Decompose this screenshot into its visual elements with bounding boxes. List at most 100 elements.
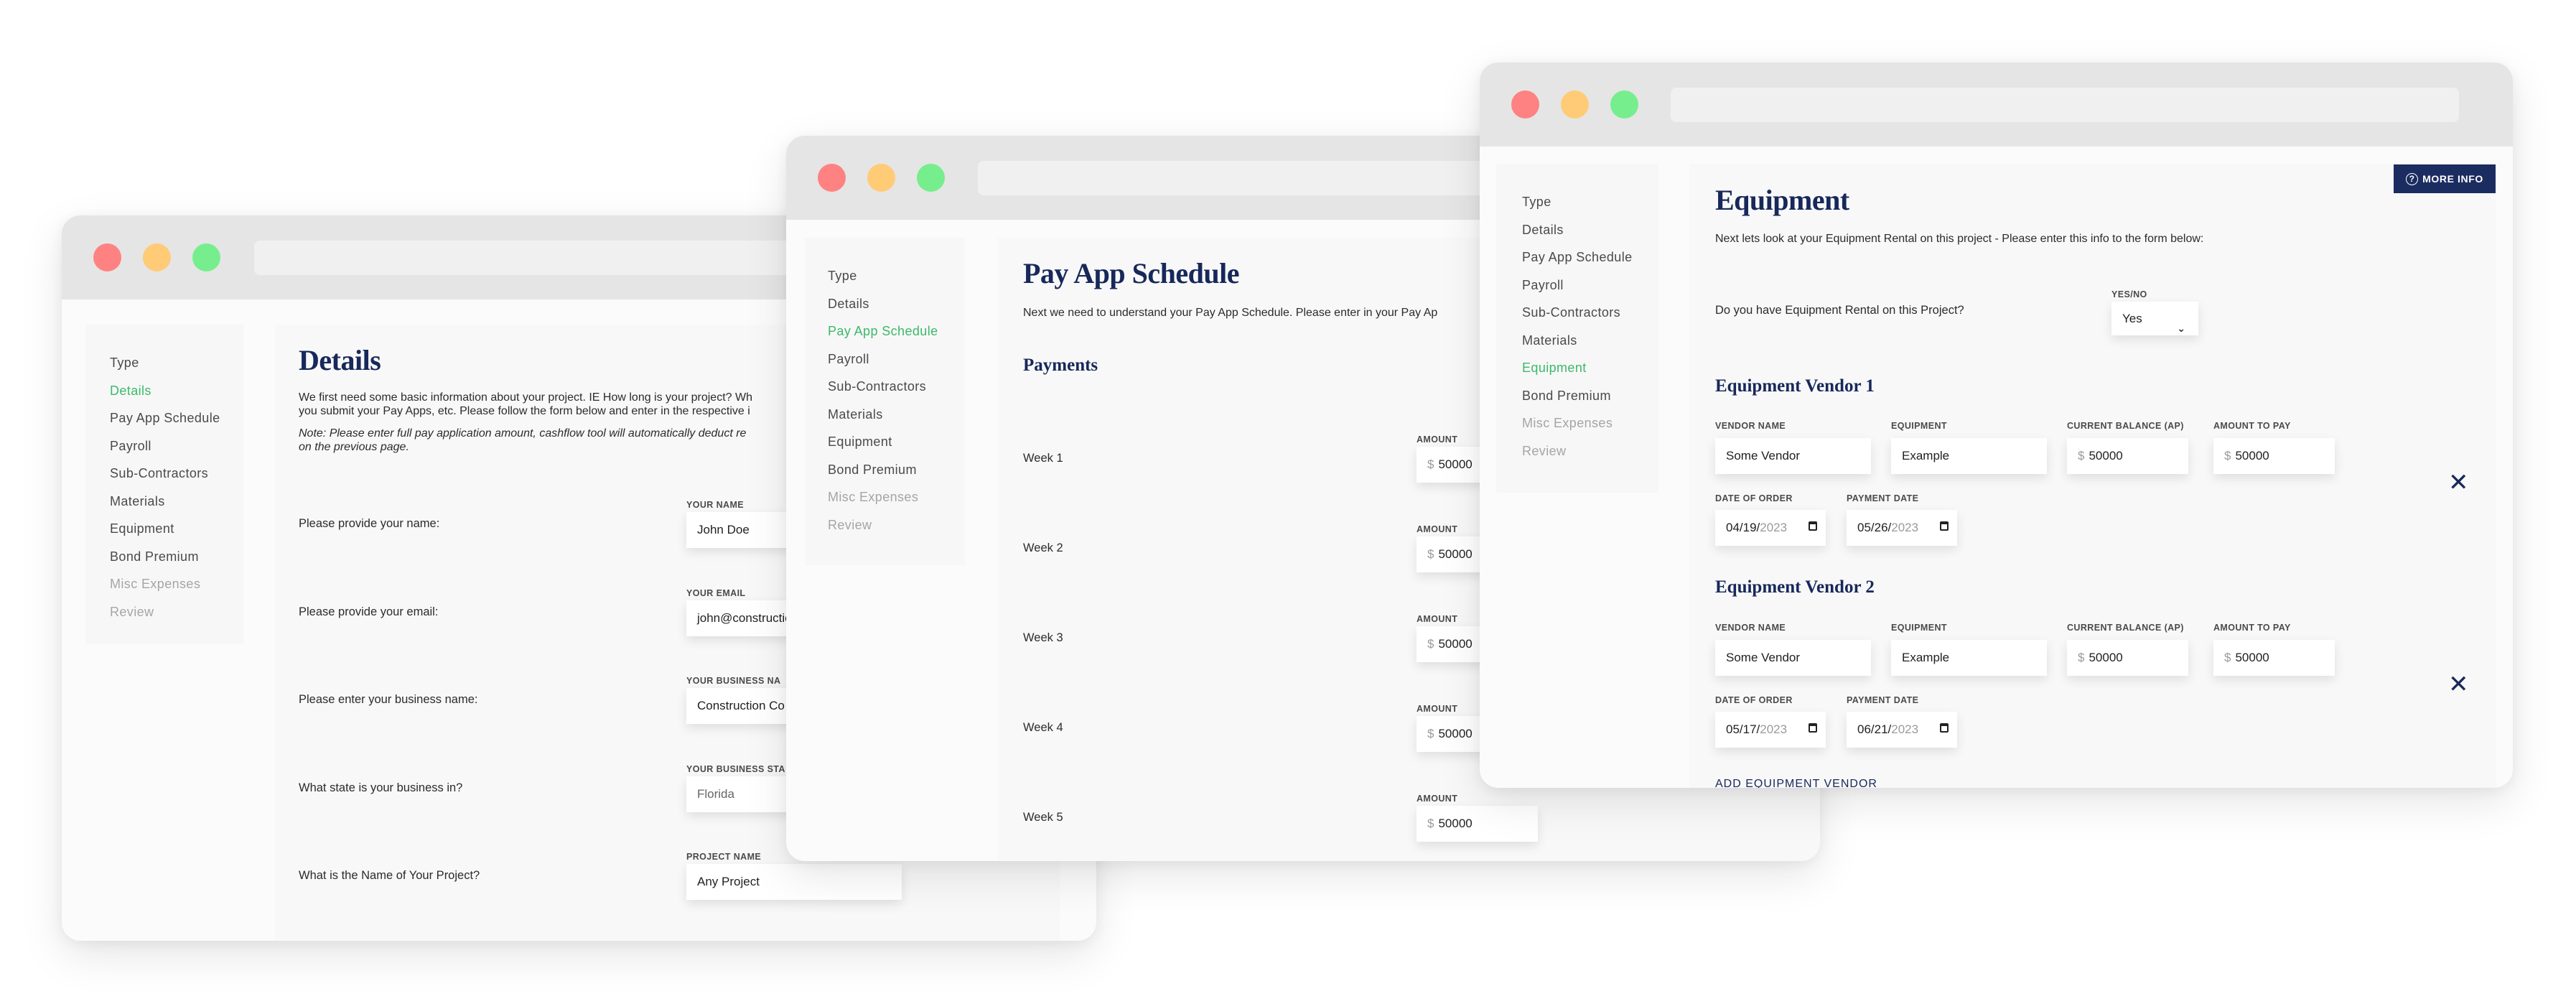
business-name-label: Your Business Na [686,676,781,686]
week-label: Week 2 [1023,541,1063,554]
sidebar-item-type[interactable]: Type [828,262,965,290]
amount-to-pay-input[interactable]: $50000 [2213,640,2335,676]
sidebar-item-sub-contractors[interactable]: Sub-Contractors [1522,299,1658,327]
amount-to-pay-label: Amount To Pay [2213,623,2291,633]
sidebar-item-bond-premium[interactable]: Bond Premium [1522,382,1658,410]
equipment-form-panel [1689,164,2496,788]
minimize-window-button[interactable] [1561,90,1589,118]
equipment-label: Equipment [1891,623,1947,633]
remove-vendor-1-button[interactable]: ✕ [2448,470,2469,495]
sidebar-item-materials[interactable]: Materials [110,488,243,516]
sidebar-item-misc-expenses[interactable]: Misc Expenses [828,483,965,511]
week-amount-input[interactable]: $50000 [1417,806,1538,842]
amount-label: Amount [1417,704,1458,714]
project-name-input[interactable]: Any Project [686,864,902,900]
sidebar-item-misc-expenses[interactable]: Misc Expenses [110,570,243,598]
email-label: Your Email [686,588,746,598]
intro-text: Next we need to understand your Pay App … [1023,307,1438,319]
current-balance-input[interactable]: $50000 [2067,640,2188,676]
step-sidebar: Type Details Pay App Schedule Payroll Su… [805,238,965,565]
date-of-order-input[interactable]: 04/19/2023 [1715,510,1826,546]
date-of-order-label: Date of Order [1715,695,1793,705]
sidebar-item-details[interactable]: Details [828,290,965,318]
current-balance-label: Current Balance (AP) [2067,623,2184,633]
sidebar-item-sub-contractors[interactable]: Sub-Contractors [828,373,965,401]
close-window-button[interactable] [93,243,121,271]
business-name-question: Please enter your business name: [299,693,478,706]
intro-text: We first need some basic information abo… [299,391,752,417]
calendar-icon[interactable] [1809,521,1817,531]
more-info-button[interactable]: ? MORE INFO [2394,164,2496,193]
sidebar-item-payroll[interactable]: Payroll [1522,271,1658,299]
payment-date-input[interactable]: 06/21/2023 [1847,712,1957,748]
week-label: Week 4 [1023,721,1063,734]
sidebar-item-payroll[interactable]: Payroll [828,345,965,373]
maximize-window-button[interactable] [1610,90,1638,118]
sidebar-item-materials[interactable]: Materials [1522,327,1658,355]
vendor-name-label: Vendor Name [1715,421,1786,431]
amount-label: Amount [1417,794,1458,804]
payment-date-label: Payment Date [1847,695,1919,705]
equipment-window: Type Details Pay App Schedule Payroll Su… [1480,62,2513,788]
vendor-name-input[interactable]: Some Vendor [1715,640,1871,676]
sidebar-item-equipment[interactable]: Equipment [110,515,243,543]
payment-date-label: Payment Date [1847,493,1919,503]
vendor-1-title: Equipment Vendor 1 [1715,376,1875,396]
sidebar-item-pay-app-schedule[interactable]: Pay App Schedule [1522,243,1658,271]
sidebar-item-details[interactable]: Details [110,377,243,405]
week-label: Week 1 [1023,452,1063,465]
vendor-name-input[interactable]: Some Vendor [1715,438,1871,474]
maximize-window-button[interactable] [917,164,945,192]
sidebar-item-payroll[interactable]: Payroll [110,432,243,460]
rental-yes-no-select[interactable]: Yes ⌄ [2111,302,2198,335]
intro-text: Next lets look at your Equipment Rental … [1715,233,2204,245]
payment-date-input[interactable]: 05/26/2023 [1847,510,1957,546]
step-sidebar: Type Details Pay App Schedule Payroll Su… [85,325,243,644]
week-label: Week 3 [1023,631,1063,644]
sidebar-item-equipment[interactable]: Equipment [1522,354,1658,382]
sidebar-item-materials[interactable]: Materials [828,401,965,429]
title-bar [1480,62,2513,147]
remove-vendor-2-button[interactable]: ✕ [2448,672,2469,697]
sidebar-item-review[interactable]: Review [1522,437,1658,465]
amount-to-pay-input[interactable]: $50000 [2213,438,2335,474]
name-label: Your Name [686,500,744,510]
step-sidebar: Type Details Pay App Schedule Payroll Su… [1496,164,1658,493]
business-state-question: What state is your business in? [299,781,463,794]
sidebar-item-review[interactable]: Review [110,598,243,626]
calendar-icon[interactable] [1809,723,1817,733]
sidebar-item-review[interactable]: Review [828,511,965,539]
sidebar-item-misc-expenses[interactable]: Misc Expenses [1522,409,1658,437]
calendar-icon[interactable] [1940,723,1949,733]
minimize-window-button[interactable] [143,243,171,271]
date-of-order-input[interactable]: 05/17/2023 [1715,712,1826,748]
vendor-2-title: Equipment Vendor 2 [1715,577,1875,597]
equipment-input[interactable]: Example [1891,640,2047,676]
close-window-button[interactable] [1511,90,1539,118]
calendar-icon[interactable] [1940,521,1949,531]
sidebar-item-pay-app-schedule[interactable]: Pay App Schedule [110,404,243,432]
sidebar-item-bond-premium[interactable]: Bond Premium [110,543,243,571]
close-window-button[interactable] [818,164,846,192]
address-bar[interactable] [1671,88,2459,122]
current-balance-input[interactable]: $50000 [2067,438,2188,474]
current-balance-label: Current Balance (AP) [2067,421,2184,431]
sidebar-item-equipment[interactable]: Equipment [828,428,965,456]
sidebar-item-type[interactable]: Type [1522,188,1658,216]
sidebar-item-bond-premium[interactable]: Bond Premium [828,456,965,484]
note-text: Note: Please enter full pay application … [299,427,747,453]
equipment-input[interactable]: Example [1891,438,2047,474]
page-title: Equipment [1715,184,1849,216]
payments-section-title: Payments [1023,355,1098,375]
sidebar-item-sub-contractors[interactable]: Sub-Contractors [110,460,243,488]
project-name-question: What is the Name of Your Project? [299,869,480,882]
sidebar-item-type[interactable]: Type [110,349,243,377]
help-icon: ? [2406,172,2419,185]
maximize-window-button[interactable] [192,243,220,271]
vendor-name-label: Vendor Name [1715,623,1786,633]
sidebar-item-pay-app-schedule[interactable]: Pay App Schedule [828,317,965,345]
minimize-window-button[interactable] [867,164,895,192]
add-equipment-vendor-link[interactable]: ADD EQUIPMENT VENDOR [1715,778,1877,788]
sidebar-item-details[interactable]: Details [1522,216,1658,244]
rental-question: Do you have Equipment Rental on this Pro… [1715,304,1964,317]
